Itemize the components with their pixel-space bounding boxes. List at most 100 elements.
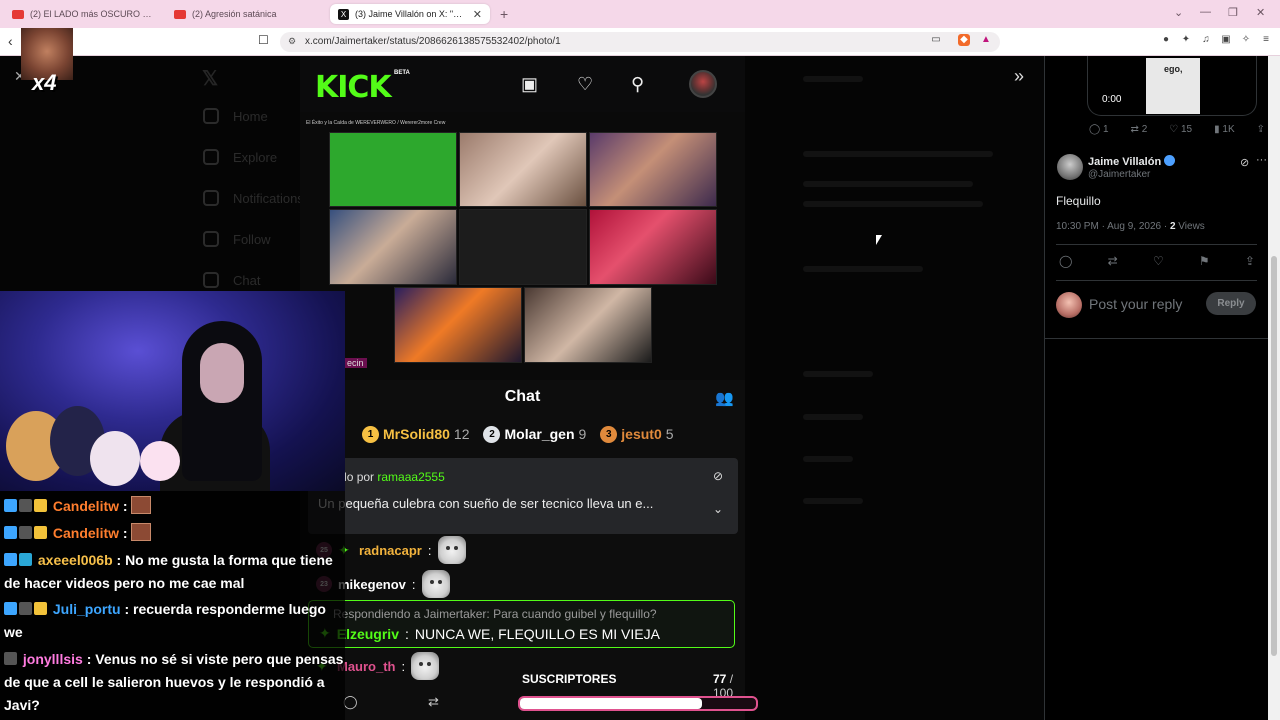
leaderboard-score: 5	[665, 426, 674, 442]
video-thumbnail: ego,	[1146, 58, 1200, 114]
close-tab-icon[interactable]: ✕	[473, 8, 482, 21]
maximize-button[interactable]: ❐	[1228, 6, 1238, 19]
chevron-down-icon[interactable]: ⌄	[713, 502, 723, 516]
minimize-button[interactable]: —	[1200, 6, 1211, 18]
close-window-button[interactable]: ✕	[1256, 6, 1265, 19]
prime-icon	[4, 553, 17, 566]
nav-notifications[interactable]: Notifications	[203, 188, 304, 208]
comment-icon[interactable]: ◯	[343, 694, 358, 710]
bookmark-icon[interactable]: ⚑	[1199, 254, 1210, 270]
reply-line: ✦ Elzeugriv : NUNCA WE, FLEQUILLO ES MI …	[319, 625, 660, 642]
reply-input[interactable]: Post your reply	[1089, 296, 1182, 312]
reply-icon[interactable]: ◯	[1059, 254, 1072, 270]
overlay-chat-line: Candelitw :	[4, 495, 344, 518]
colon: :	[411, 576, 416, 592]
emote-icon	[131, 496, 152, 514]
search-icon[interactable]: ⚲	[631, 74, 644, 95]
chat-username[interactable]: radnacapr	[359, 543, 422, 558]
home-icon	[203, 108, 219, 124]
stream-video[interactable]: El Éxito y la Caída de WEREVERWERO / Wer…	[300, 112, 745, 380]
media-icon[interactable]: ♫	[1200, 34, 1212, 46]
thumbnail-word: ego,	[1164, 64, 1183, 74]
rank-badge: 2	[483, 425, 501, 443]
pinned-by-user[interactable]: ramaaa2555	[377, 470, 444, 484]
reply-button[interactable]: Reply	[1206, 292, 1256, 315]
tab-x-active[interactable]: X (3) Jaime Villalón on X: "@ve ✕	[330, 4, 490, 24]
gift-leaderboard: 1 MrSolid80 12 2 Molar_gen 9 3 jesut0 5	[362, 424, 674, 444]
extensions-puzzle-icon[interactable]: ✦	[1180, 34, 1192, 46]
extension-icon[interactable]: ●	[1160, 34, 1172, 46]
chat-username[interactable]: Elzeugriv	[337, 626, 399, 642]
verified-icon	[1164, 155, 1176, 166]
prime-icon	[4, 602, 17, 615]
x-logo-icon: X	[338, 8, 349, 20]
menu-icon[interactable]: ≡	[1260, 34, 1272, 46]
pinned-message[interactable]: nviado por ramaaa2555 ⊘ Un pequeña culeb…	[308, 458, 738, 534]
heart-icon[interactable]: ♡	[577, 74, 593, 95]
crown-icon	[34, 526, 47, 539]
overlay-chat-user: Candelitw	[52, 525, 120, 541]
leo-ai-icon[interactable]: ✧	[1240, 34, 1252, 46]
leaderboard-entry[interactable]: 2 Molar_gen 9	[483, 425, 586, 443]
like-count[interactable]: ♡ 15	[1169, 124, 1192, 140]
author-name[interactable]: Jaime Villalón	[1088, 155, 1176, 168]
chat-title: Chat	[504, 388, 541, 405]
quoted-video[interactable]: 0:00 ego,	[1087, 56, 1257, 116]
browse-icon[interactable]: ▣	[521, 74, 538, 95]
more-options-icon[interactable]: ···	[1256, 154, 1267, 166]
colon: :	[427, 542, 432, 558]
wallet-icon[interactable]: ▣	[1220, 34, 1232, 46]
nav-explore[interactable]: Explore	[203, 147, 277, 167]
nav-chat[interactable]: Chat	[203, 270, 260, 290]
pinned-message-text: Un pequeña culebra con sueño de ser tecn…	[318, 496, 654, 511]
avatar[interactable]	[1057, 154, 1083, 180]
chat-users-icon[interactable]: 👥	[715, 389, 734, 407]
tab-youtube-1[interactable]: (2) El LADO más OSCURO de la RELI	[4, 4, 162, 24]
scrollbar-thumb[interactable]	[1271, 256, 1277, 656]
like-icon[interactable]: ♡	[1153, 254, 1164, 270]
chat-username[interactable]: Mauro_th	[337, 659, 396, 674]
brave-rewards-icon[interactable]: ▲	[980, 34, 992, 46]
expand-sidebar-icon[interactable]: »	[1014, 66, 1024, 87]
cast-icon[interactable]: ▭	[930, 34, 942, 46]
back-arrow-icon[interactable]: ‹	[8, 33, 13, 49]
badge-icon	[4, 652, 17, 665]
streamer-webcam	[0, 291, 345, 491]
reply-reference[interactable]: Respondiendo a Jaimertaker: Para cuando …	[333, 607, 657, 621]
post-timestamp[interactable]: 10:30 PM · Aug 9, 2026 ·	[1056, 221, 1170, 232]
author-handle[interactable]: @Jaimertaker	[1088, 169, 1150, 180]
tab-label: (3) Jaime Villalón on X: "@ve	[355, 9, 467, 19]
post-author: Jaime Villalón @Jaimertaker ⊘ ···	[1057, 154, 1267, 184]
leaderboard-entry[interactable]: 3 jesut0 5	[600, 425, 674, 443]
repost-icon[interactable]: ⇄	[1108, 254, 1118, 270]
share-icon[interactable]: ⇪	[1245, 254, 1255, 270]
tab-youtube-2[interactable]: (2) Agresión satánica	[166, 4, 322, 24]
new-tab-button[interactable]: +	[500, 6, 508, 22]
view-count-value: 1K	[1222, 124, 1235, 135]
ghost-bar	[803, 181, 973, 187]
nav-home[interactable]: Home	[203, 106, 268, 126]
ghost-bar	[803, 201, 983, 207]
kick-logo[interactable]: KICK	[315, 70, 392, 105]
share-icon[interactable]: ⇪	[1257, 124, 1265, 140]
nav-follow[interactable]: Follow	[203, 229, 271, 249]
nav-label: Notifications	[233, 190, 304, 206]
post-text: Flequillo	[1056, 194, 1101, 208]
video-tile	[329, 209, 457, 285]
site-info-icon[interactable]: ⚙	[288, 36, 296, 47]
avatar[interactable]	[689, 70, 717, 98]
grok-icon[interactable]: ⊘	[1240, 156, 1249, 169]
brave-shield-icon[interactable]: ◆	[958, 34, 970, 46]
tab-search-icon[interactable]: ⌄	[1174, 6, 1183, 19]
eye-off-icon[interactable]: ⊘	[713, 469, 723, 483]
reply-count[interactable]: ◯ 1	[1089, 124, 1109, 140]
bookmark-icon[interactable]: ☐	[258, 33, 269, 47]
page-scrollbar[interactable]	[1268, 56, 1280, 720]
mouse-cursor	[876, 235, 882, 245]
chat-username[interactable]: mikegenov	[338, 577, 406, 592]
leaderboard-entry[interactable]: 1 MrSolid80 12	[362, 425, 469, 443]
view-count[interactable]: ▮ 1K	[1214, 124, 1235, 140]
plush-toy	[90, 431, 140, 486]
repost-count[interactable]: ⇄ 2	[1131, 124, 1148, 140]
repost-icon[interactable]: ⇄	[428, 694, 439, 710]
